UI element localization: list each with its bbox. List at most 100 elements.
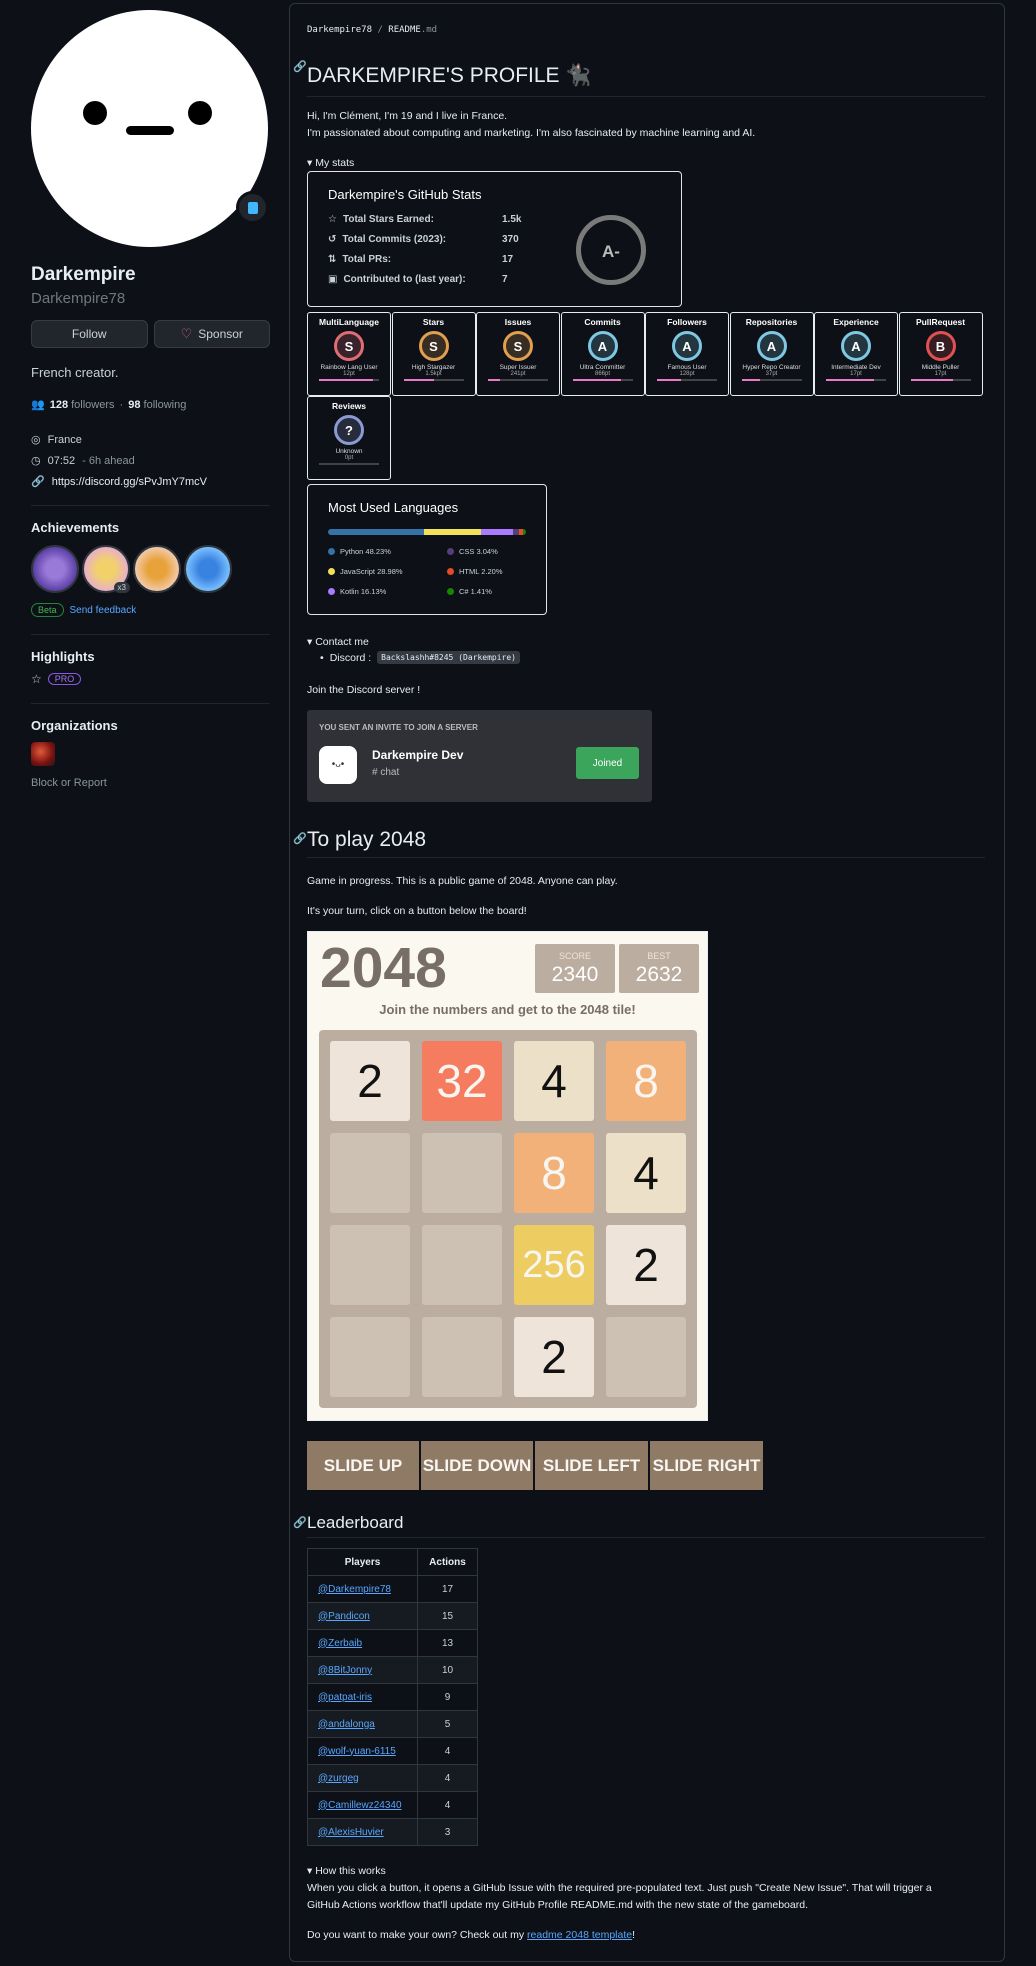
player-link[interactable]: @8BitJonny [318, 1665, 372, 1676]
achievement-badge-1[interactable] [31, 545, 79, 593]
player-link[interactable]: @patpat-iris [318, 1692, 372, 1703]
highlights-heading: Highlights [31, 649, 95, 664]
language-dot-icon [447, 588, 454, 595]
profile-link[interactable]: https://discord.gg/sPvJmY7mcV [52, 476, 207, 488]
achievement-badge-2[interactable]: x3 [82, 545, 130, 593]
trophy-followers: Followers A Famous User 128pt [645, 312, 729, 396]
breadcrumb-file: README [388, 25, 421, 35]
avatar[interactable] [31, 10, 268, 247]
language-item: HTML 2.20% [447, 567, 503, 576]
trophy-progress [741, 379, 802, 381]
languages-card: Most Used Languages Python 48.23% JavaScr… [307, 484, 547, 615]
how-details-summary[interactable]: ▾ How this works [307, 1865, 386, 1877]
game-title: 2048 [320, 936, 447, 1000]
discord-invite-card[interactable]: YOU SENT AN INVITE TO JOIN A SERVER •ᴗ• … [307, 710, 652, 802]
organization-avatar[interactable] [31, 742, 55, 766]
status-emoji-icon[interactable] [236, 191, 269, 224]
trophy-cup-icon: A [672, 331, 702, 361]
sponsor-button[interactable]: ♡ Sponsor [153, 320, 270, 348]
stats-details-summary[interactable]: ▾ My stats [307, 157, 354, 169]
stat-label-stars: Total Stars Earned: [342, 214, 434, 225]
following-link[interactable]: 98 following [128, 399, 186, 411]
trophy-rank: S [344, 338, 354, 354]
slide-down-button[interactable]: SLIDE DOWN [421, 1441, 533, 1490]
trophy-title: Reviews [331, 401, 367, 411]
slide-left-button[interactable]: SLIDE LEFT [535, 1441, 648, 1490]
trophy-name: High Stargazer [411, 364, 456, 371]
anchor-link-icon[interactable]: 🔗 [293, 1516, 307, 1529]
empty-cell [422, 1225, 502, 1305]
player-link[interactable]: @Darkempire78 [318, 1584, 391, 1595]
trophy-rank: S [513, 338, 523, 354]
trophy-progress [657, 379, 717, 381]
breadcrumb: Darkempire78 / README.md [307, 25, 437, 35]
location-icon: ◎ [31, 434, 41, 446]
block-report-link[interactable]: Block or Report [31, 777, 270, 789]
empty-cell [330, 1133, 410, 1213]
table-row: @andalonga 5 [307, 1710, 478, 1738]
player-link[interactable]: @zurgeg [318, 1773, 359, 1784]
language-label: CSS 3.04% [459, 547, 498, 556]
avatar-mouth [126, 126, 174, 135]
pull-request-icon: ⇅ [328, 254, 337, 265]
achievement-badge-3[interactable] [133, 545, 181, 593]
local-time: 07:52 [47, 454, 76, 467]
trophy-rank: ? [345, 422, 353, 438]
achievement-badge-4[interactable] [184, 545, 232, 593]
follow-label: Follow [71, 327, 107, 341]
actions-count: 4 [417, 1764, 478, 1792]
readme-panel: Darkempire78 / README.md 🔗 DARKEMPIRE'S … [289, 3, 1005, 1962]
trophy-title: Experience [833, 317, 879, 327]
trophy-title: PullRequest [915, 317, 966, 327]
profile-sidebar: Darkempire Darkempire78 Follow ♡ Sponsor … [31, 10, 270, 789]
breadcrumb-user[interactable]: Darkempire78 [307, 25, 372, 35]
tile: 32 [422, 1041, 502, 1121]
trophy-name: Unknown [335, 448, 363, 455]
heart-icon: ♡ [180, 326, 193, 341]
anchor-link-icon[interactable]: 🔗 [293, 832, 307, 845]
language-dot-icon [328, 548, 335, 555]
own-text-end: ! [632, 1929, 636, 1941]
stat-label-contributed: Contributed to (last year): [343, 274, 466, 285]
contact-details-summary[interactable]: ▾ Contact me [307, 636, 369, 648]
slide-right-button[interactable]: SLIDE RIGHT [650, 1441, 763, 1490]
intro-line-2: I'm passionated about computing and mark… [307, 127, 756, 139]
followers-link[interactable]: 128 followers [50, 399, 115, 411]
repo-icon: ▣ [328, 274, 338, 285]
slide-up-button[interactable]: SLIDE UP [307, 1441, 419, 1490]
discord-tag: Backslashh#8245 (Darkempire) [377, 651, 520, 664]
table-row: @8BitJonny 10 [307, 1656, 478, 1684]
how-summary-label: How this works [315, 1865, 386, 1877]
trophy-points: 1.5kpt [425, 371, 442, 377]
player-link[interactable]: @Camillewz24340 [318, 1800, 402, 1811]
send-feedback-link[interactable]: Send feedback [70, 605, 137, 616]
score-label: SCORE [558, 951, 591, 961]
table-row: @wolf-yuan-6115 4 [307, 1737, 478, 1765]
language-label: Kotlin 16.13% [340, 587, 387, 596]
joined-button[interactable]: Joined [576, 747, 639, 779]
stat-value-stars: 1.5k [502, 214, 522, 225]
trophy-rank: A [766, 338, 777, 354]
stats-summary-label: My stats [315, 157, 355, 169]
language-dot-icon [447, 568, 454, 575]
how-text-2: GitHub Actions workflow that'll update m… [307, 1899, 808, 1911]
invite-header: YOU SENT AN INVITE TO JOIN A SERVER [319, 723, 478, 732]
trophy-cup-icon: S [334, 331, 364, 361]
trophy-points: 12pt [343, 371, 355, 377]
anchor-link-icon[interactable]: 🔗 [293, 60, 307, 73]
breadcrumb-separator: / [377, 25, 383, 35]
how-text-1: When you click a button, it opens a GitH… [307, 1882, 932, 1894]
language-dot-icon [328, 568, 335, 575]
trophy-progress [910, 379, 971, 381]
player-link[interactable]: @Zerbaib [318, 1638, 362, 1649]
template-link[interactable]: readme 2048 template [527, 1929, 632, 1941]
player-link[interactable]: @Pandicon [318, 1611, 370, 1622]
player-link[interactable]: @andalonga [318, 1719, 375, 1730]
player-link[interactable]: @wolf-yuan-6115 [318, 1746, 396, 1757]
trophy-cup-icon: ? [334, 415, 364, 445]
follow-button[interactable]: Follow [31, 320, 148, 348]
tile: 4 [606, 1133, 686, 1213]
table-row: @Zerbaib 13 [307, 1629, 478, 1657]
own-text: Do you want to make your own? Check out … [307, 1929, 635, 1941]
player-link[interactable]: @AlexisHuvier [318, 1827, 384, 1838]
